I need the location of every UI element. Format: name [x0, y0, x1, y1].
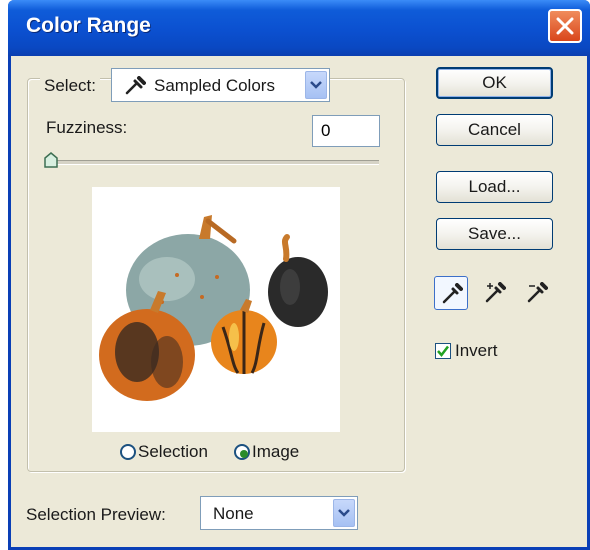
- fuzziness-slider-track[interactable]: [49, 160, 379, 165]
- select-dropdown-value: Sampled Colors: [154, 76, 275, 95]
- eyedropper-minus-tool[interactable]: [520, 276, 554, 310]
- title-bar[interactable]: Color Range: [8, 0, 590, 56]
- window-title: Color Range: [26, 14, 151, 37]
- dropdown-arrow-button[interactable]: [305, 71, 327, 99]
- invert-label[interactable]: Invert: [455, 341, 498, 361]
- cancel-button[interactable]: Cancel: [436, 114, 553, 146]
- selection-preview-label: Selection Preview:: [26, 505, 166, 524]
- save-button[interactable]: Save...: [436, 218, 553, 250]
- eyedropper-plus-icon: [485, 282, 506, 303]
- pumpkins-preview-image: [99, 215, 328, 401]
- fuzziness-input[interactable]: [312, 115, 380, 147]
- eyedropper-minus-icon: [527, 282, 548, 303]
- image-radio-circle: [234, 444, 250, 460]
- close-button[interactable]: [548, 9, 582, 43]
- eyedropper-icon: [442, 283, 463, 304]
- selection-preview-dropdown[interactable]: None: [200, 496, 358, 530]
- eyedropper-tool[interactable]: [434, 276, 468, 310]
- fuzziness-slider-thumb[interactable]: [44, 152, 58, 168]
- select-dropdown[interactable]: Sampled Colors: [111, 68, 330, 102]
- close-icon: [556, 17, 574, 35]
- image-preview: [92, 187, 340, 432]
- invert-checkbox[interactable]: [435, 343, 451, 359]
- fuzziness-label: Fuzziness:: [46, 118, 128, 137]
- selection-radio-circle: [120, 444, 136, 460]
- chevron-down-icon: [338, 509, 350, 517]
- selection-preview-value: None: [213, 504, 254, 523]
- radio-selected-dot: [240, 450, 248, 458]
- eyedropper-plus-tool[interactable]: [478, 276, 512, 310]
- select-label: Select:: [40, 76, 100, 96]
- ok-button[interactable]: OK: [436, 67, 553, 99]
- dropdown-arrow-button[interactable]: [333, 499, 355, 527]
- chevron-down-icon: [310, 81, 322, 89]
- selection-radio-label: Selection: [138, 442, 208, 461]
- checkmark-icon: [437, 345, 449, 357]
- eyedropper-icon: [125, 76, 146, 95]
- image-radio-label: Image: [252, 442, 300, 461]
- load-button[interactable]: Load...: [436, 171, 553, 203]
